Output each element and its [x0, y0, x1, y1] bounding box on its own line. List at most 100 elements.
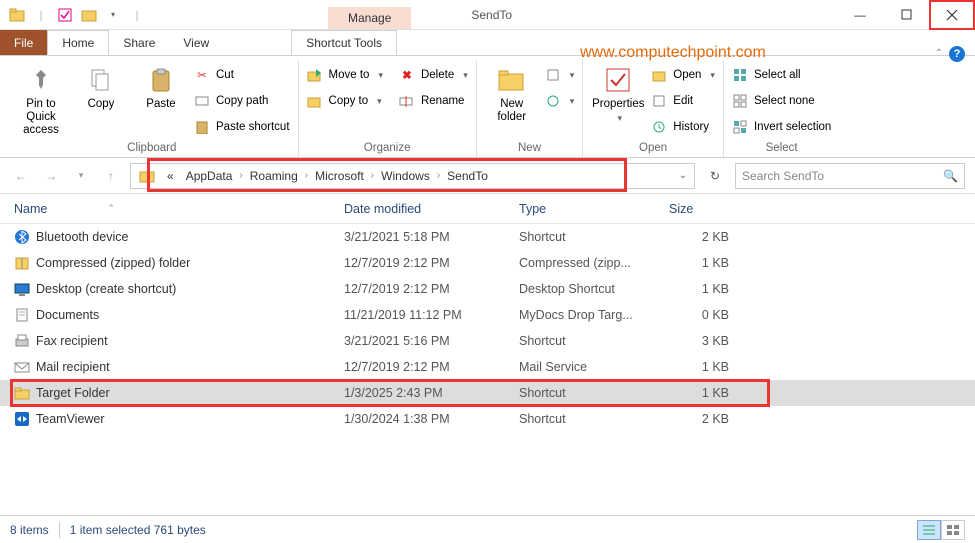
edit-button[interactable]: Edit [651, 90, 715, 112]
breadcrumb-microsoft[interactable]: Microsoft [309, 164, 370, 188]
paste-shortcut-button[interactable]: Paste shortcut [194, 116, 290, 138]
properties-qat-icon[interactable] [54, 4, 76, 26]
thumbnails-view-button[interactable] [941, 520, 965, 540]
file-size: 2 KB [669, 412, 769, 426]
column-date[interactable]: Date modified [344, 202, 519, 216]
pin-to-quick-access-button[interactable]: Pin to Quick access [14, 60, 68, 138]
delete-button[interactable]: ✖Delete▾ [399, 64, 468, 86]
group-label-open: Open [591, 140, 715, 157]
easy-access-icon [545, 93, 561, 109]
file-row[interactable]: Documents11/21/2019 11:12 PMMyDocs Drop … [0, 302, 975, 328]
paste-button[interactable]: Paste [134, 60, 188, 111]
collapse-ribbon-icon[interactable]: ⌃ [935, 48, 943, 59]
new-folder-button[interactable]: New folder [485, 60, 539, 124]
file-date: 1/3/2025 2:43 PM [344, 386, 519, 400]
select-all-button[interactable]: Select all [732, 64, 831, 86]
file-icon [14, 229, 30, 245]
history-button[interactable]: History [651, 116, 715, 138]
select-none-icon [732, 93, 748, 109]
copy-path-button[interactable]: Copy path [194, 90, 290, 112]
open-button[interactable]: Open▾ [651, 64, 715, 86]
cut-button[interactable]: ✂Cut [194, 64, 290, 86]
file-date: 12/7/2019 2:12 PM [344, 360, 519, 374]
paste-icon [145, 64, 177, 96]
folder-qat-icon[interactable] [78, 4, 100, 26]
column-type[interactable]: Type [519, 202, 669, 216]
ribbon-group-select: Select all Select none Invert selection … [724, 60, 839, 157]
file-icon [14, 359, 30, 375]
easy-access-button[interactable]: ▾ [545, 90, 575, 112]
file-row[interactable]: Target Folder1/3/2025 2:43 PMShortcut1 K… [0, 380, 975, 406]
watermark-text: www.computechpoint.com [580, 44, 766, 62]
file-row[interactable]: Fax recipient3/21/2021 5:16 PMShortcut3 … [0, 328, 975, 354]
recent-locations-button[interactable]: ▾ [70, 165, 92, 187]
breadcrumb-roaming[interactable]: Roaming [244, 164, 304, 188]
help-icon[interactable]: ? [949, 46, 965, 62]
forward-button[interactable]: → [40, 165, 62, 187]
file-icon [14, 307, 30, 323]
move-to-button[interactable]: Move to▾ [307, 64, 383, 86]
column-name[interactable]: Name⌃ [14, 202, 344, 216]
tab-home[interactable]: Home [47, 30, 109, 55]
tab-file[interactable]: File [0, 30, 47, 55]
search-placeholder: Search SendTo [742, 169, 824, 183]
tab-shortcut-tools[interactable]: Shortcut Tools [291, 30, 397, 55]
search-icon: 🔍 [943, 169, 958, 183]
manage-tab-label: Manage [328, 7, 411, 29]
file-date: 11/21/2019 11:12 PM [344, 308, 519, 322]
maximize-button[interactable] [883, 0, 929, 30]
search-input[interactable]: Search SendTo 🔍 [735, 163, 965, 189]
properties-button[interactable]: Properties▾ [591, 60, 645, 124]
file-row[interactable]: Desktop (create shortcut) 12/7/2019 2:12 … [0, 276, 975, 302]
file-row[interactable]: Compressed (zipped) folder 12/7/2019 2:12… [0, 250, 975, 276]
scissors-icon: ✂ [194, 67, 210, 83]
breadcrumb-windows[interactable]: Windows [375, 164, 436, 188]
back-button[interactable]: ← [10, 165, 32, 187]
tab-view[interactable]: View [169, 30, 223, 55]
quick-access-toolbar: | ▾ | [0, 4, 148, 26]
file-name: Mail recipient [36, 360, 110, 374]
select-none-button[interactable]: Select none [732, 90, 831, 112]
file-row[interactable]: Bluetooth device3/21/2021 5:18 PMShortcu… [0, 224, 975, 250]
file-size: 1 KB [669, 386, 769, 400]
history-icon [651, 119, 667, 135]
copy-button[interactable]: Copy [74, 60, 128, 111]
breadcrumb-appdata[interactable]: AppData [180, 164, 239, 188]
file-name: Target Folder [36, 386, 110, 400]
file-date: 12/7/2019 2:12 PM [344, 256, 519, 270]
status-bar: 8 items 1 item selected 761 bytes [0, 515, 975, 543]
address-dropdown[interactable]: ⌄ [674, 170, 692, 181]
refresh-button[interactable]: ↻ [703, 164, 727, 188]
qat-dropdown-icon[interactable]: ▾ [102, 4, 124, 26]
file-name: Compressed (zipped) folder [36, 256, 190, 270]
file-name: Desktop (create shortcut) [36, 282, 176, 296]
file-row[interactable]: TeamViewer1/30/2024 1:38 PMShortcut2 KB [0, 406, 975, 432]
open-icon [651, 67, 667, 83]
file-row[interactable]: Mail recipient12/7/2019 2:12 PMMail Serv… [0, 354, 975, 380]
column-size[interactable]: Size [669, 202, 769, 216]
address-bar[interactable]: « AppData› Roaming› Microsoft› Windows› … [130, 163, 695, 189]
up-button[interactable]: ↑ [100, 165, 122, 187]
file-name: TeamViewer [36, 412, 105, 426]
copy-to-button[interactable]: Copy to▾ [307, 90, 383, 112]
new-item-button[interactable]: ▾ [545, 64, 575, 86]
ribbon: Pin to Quick access Copy Paste ✂Cut Copy… [0, 56, 975, 158]
navigation-row: ← → ▾ ↑ « AppData› Roaming› Microsoft› W… [0, 158, 975, 194]
folder-icon [6, 4, 28, 26]
invert-selection-button[interactable]: Invert selection [732, 116, 831, 138]
file-size: 1 KB [669, 282, 769, 296]
file-date: 12/7/2019 2:12 PM [344, 282, 519, 296]
tab-share[interactable]: Share [109, 30, 169, 55]
rename-button[interactable]: Rename [399, 90, 468, 112]
sort-indicator-icon: ⌃ [107, 203, 115, 214]
file-type: Shortcut [519, 334, 669, 348]
breadcrumb-overflow[interactable]: « [161, 164, 180, 188]
close-button[interactable] [929, 0, 975, 30]
qat-divider: | [30, 4, 52, 26]
contextual-tab-group: Manage [328, 0, 411, 29]
breadcrumb-sendto[interactable]: SendTo [441, 164, 494, 188]
ribbon-tabs: File Home Share View Shortcut Tools [0, 30, 975, 56]
file-list: Bluetooth device3/21/2021 5:18 PMShortcu… [0, 224, 975, 432]
minimize-button[interactable]: — [837, 0, 883, 30]
details-view-button[interactable] [917, 520, 941, 540]
